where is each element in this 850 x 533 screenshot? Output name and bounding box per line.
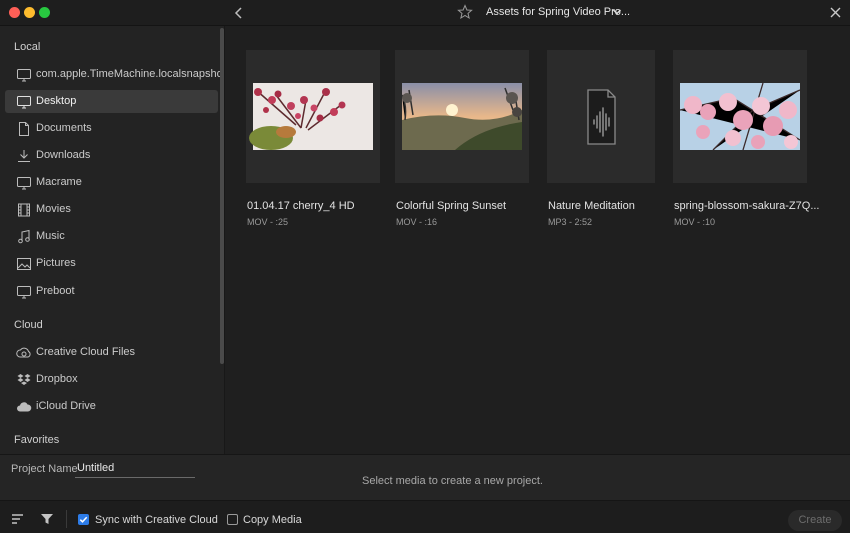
download-icon xyxy=(18,150,30,162)
sidebar-scrollbar[interactable] xyxy=(220,28,224,364)
document-icon xyxy=(19,122,29,136)
close-dialog-button[interactable] xyxy=(829,6,842,19)
media-title: 01.04.17 cherry_4 HD xyxy=(247,200,355,212)
back-button[interactable] xyxy=(232,5,246,21)
media-meta: MOV - :16 xyxy=(396,217,438,227)
create-button[interactable]: Create xyxy=(788,510,842,531)
image-icon xyxy=(17,258,31,270)
media-grid: 01.04.17 cherry_4 HD MOV - :25 Colorful … xyxy=(226,26,850,454)
filter-icon xyxy=(41,514,53,524)
window-title[interactable]: Assets for Spring Video Pro... xyxy=(486,6,630,18)
sidebar: Local com.apple.TimeMachine.localsnapsho… xyxy=(0,26,225,454)
sidebar-item-label: com.apple.TimeMachine.localsnapshots xyxy=(36,68,225,80)
copy-media-label[interactable]: Copy Media xyxy=(243,514,302,526)
section-label-local: Local xyxy=(14,41,41,53)
close-icon xyxy=(830,7,841,18)
sort-button[interactable] xyxy=(11,513,25,525)
sidebar-item-music[interactable]: Music xyxy=(5,225,218,248)
sidebar-item-label: Music xyxy=(36,230,65,242)
project-panel: Project Name Select media to create a ne… xyxy=(0,454,850,500)
sidebar-item-label: Pictures xyxy=(36,257,76,269)
media-title: Colorful Spring Sunset xyxy=(396,200,507,212)
copy-media-checkbox[interactable] xyxy=(227,514,238,525)
media-meta: MP3 - 2:52 xyxy=(548,217,593,227)
media-thumbnail[interactable] xyxy=(395,50,529,183)
sidebar-item-pictures[interactable]: Pictures xyxy=(5,252,218,275)
media-title: Nature Meditation xyxy=(548,200,635,212)
monitor-icon xyxy=(17,286,31,299)
section-label-cloud: Cloud xyxy=(14,319,43,331)
sunset-thumbnail xyxy=(401,83,522,150)
monitor-icon xyxy=(17,69,31,82)
chevron-left-icon xyxy=(234,7,242,19)
sidebar-item-label: Desktop xyxy=(36,95,77,107)
section-label-favorites: Favorites xyxy=(14,434,60,446)
sakura-thumbnail xyxy=(679,82,801,151)
sync-checkbox[interactable] xyxy=(78,514,89,525)
sidebar-item-label: Documents xyxy=(36,122,92,134)
sync-label[interactable]: Sync with Creative Cloud xyxy=(95,514,218,526)
favorite-button[interactable] xyxy=(457,4,473,20)
sidebar-item-downloads[interactable]: Downloads xyxy=(5,144,218,167)
sidebar-item-label: Creative Cloud Files xyxy=(36,346,136,358)
dropbox-icon xyxy=(17,374,31,385)
title-dropdown-button[interactable] xyxy=(612,6,622,18)
media-meta: MOV - :10 xyxy=(674,217,716,227)
chevron-down-icon xyxy=(612,9,622,15)
sidebar-item-preboot[interactable]: Preboot xyxy=(5,280,218,303)
sidebar-item-label: iCloud Drive xyxy=(36,400,96,412)
minimize-window-button[interactable] xyxy=(24,7,35,18)
checkmark-icon xyxy=(79,516,88,523)
media-title: spring-blossom-sakura-Z7Q... xyxy=(674,200,820,212)
project-name-label: Project Name xyxy=(11,463,78,475)
star-icon xyxy=(457,4,473,20)
sidebar-item-macrame[interactable]: Macrame xyxy=(5,171,218,194)
sidebar-item-creative-cloud[interactable]: Creative Cloud Files xyxy=(5,341,218,364)
media-meta: MOV - :25 xyxy=(247,217,289,227)
sidebar-item-label: Dropbox xyxy=(36,373,78,385)
filter-button[interactable] xyxy=(40,513,54,525)
audio-file-icon xyxy=(587,89,616,145)
zoom-window-button[interactable] xyxy=(39,7,50,18)
monitor-icon xyxy=(17,177,31,190)
toolbar-divider xyxy=(66,510,67,528)
sidebar-item-documents[interactable]: Documents xyxy=(5,117,218,140)
footer-toolbar: Sync with Creative Cloud Copy Media Crea… xyxy=(0,500,850,533)
sidebar-item-movies[interactable]: Movies xyxy=(5,198,218,221)
sidebar-item-label: Preboot xyxy=(36,285,75,297)
close-window-button[interactable] xyxy=(9,7,20,18)
media-thumbnail[interactable] xyxy=(547,50,655,183)
film-icon xyxy=(18,203,30,217)
creative-cloud-icon xyxy=(16,347,31,358)
cherry-blossom-thumbnail xyxy=(249,83,373,150)
media-thumbnail[interactable] xyxy=(246,50,380,183)
music-note-icon xyxy=(18,229,30,244)
cloud-icon xyxy=(17,402,32,412)
sidebar-item-label: Downloads xyxy=(36,149,91,161)
sidebar-item-icloud-drive[interactable]: iCloud Drive xyxy=(5,395,218,418)
project-name-input[interactable] xyxy=(75,459,195,478)
sidebar-item-desktop[interactable]: Desktop xyxy=(5,90,218,113)
sidebar-item-label: Movies xyxy=(36,203,71,215)
title-bar: Assets for Spring Video Pro... xyxy=(0,0,850,26)
sidebar-item-label: Macrame xyxy=(36,176,82,188)
monitor-icon xyxy=(17,96,31,109)
sidebar-item-timemachine[interactable]: com.apple.TimeMachine.localsnapshots xyxy=(5,63,224,86)
create-hint-text: Select media to create a new project. xyxy=(362,475,543,487)
sidebar-item-dropbox[interactable]: Dropbox xyxy=(5,368,218,391)
media-thumbnail[interactable] xyxy=(673,50,807,183)
sort-lines-icon xyxy=(12,514,23,524)
